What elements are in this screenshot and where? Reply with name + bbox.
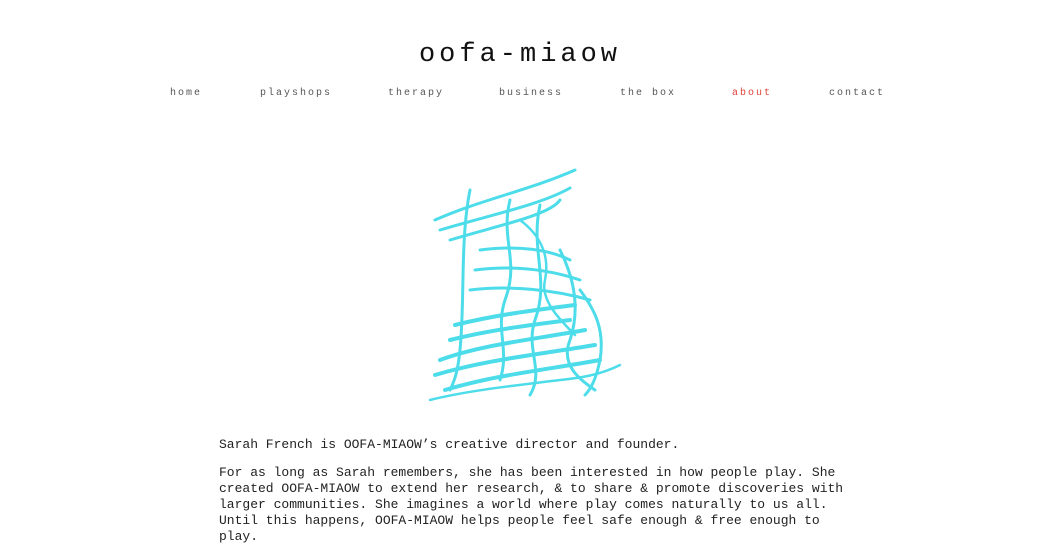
page: oofa-miaow home playshops therapy busine… bbox=[0, 0, 1040, 553]
scribble-drawing-icon bbox=[428, 168, 622, 402]
nav-item-the-box[interactable]: the box bbox=[620, 88, 676, 99]
nav-item-about[interactable]: about bbox=[732, 88, 772, 99]
nav-item-contact[interactable]: contact bbox=[829, 88, 885, 99]
about-content: Sarah French is OOFA-MIAOW’s creative di… bbox=[219, 437, 859, 553]
intro-paragraph: Sarah French is OOFA-MIAOW’s creative di… bbox=[219, 437, 680, 452]
site-title[interactable]: oofa-miaow bbox=[0, 38, 1040, 72]
nav-item-home[interactable]: home bbox=[170, 88, 202, 99]
nav-item-business[interactable]: business bbox=[499, 88, 563, 99]
nav-item-therapy[interactable]: therapy bbox=[388, 88, 444, 99]
nav-item-playshops[interactable]: playshops bbox=[260, 88, 332, 99]
body-paragraph: For as long as Sarah remembers, she has … bbox=[219, 465, 844, 544]
main-nav: home playshops therapy business the box … bbox=[0, 88, 1040, 102]
